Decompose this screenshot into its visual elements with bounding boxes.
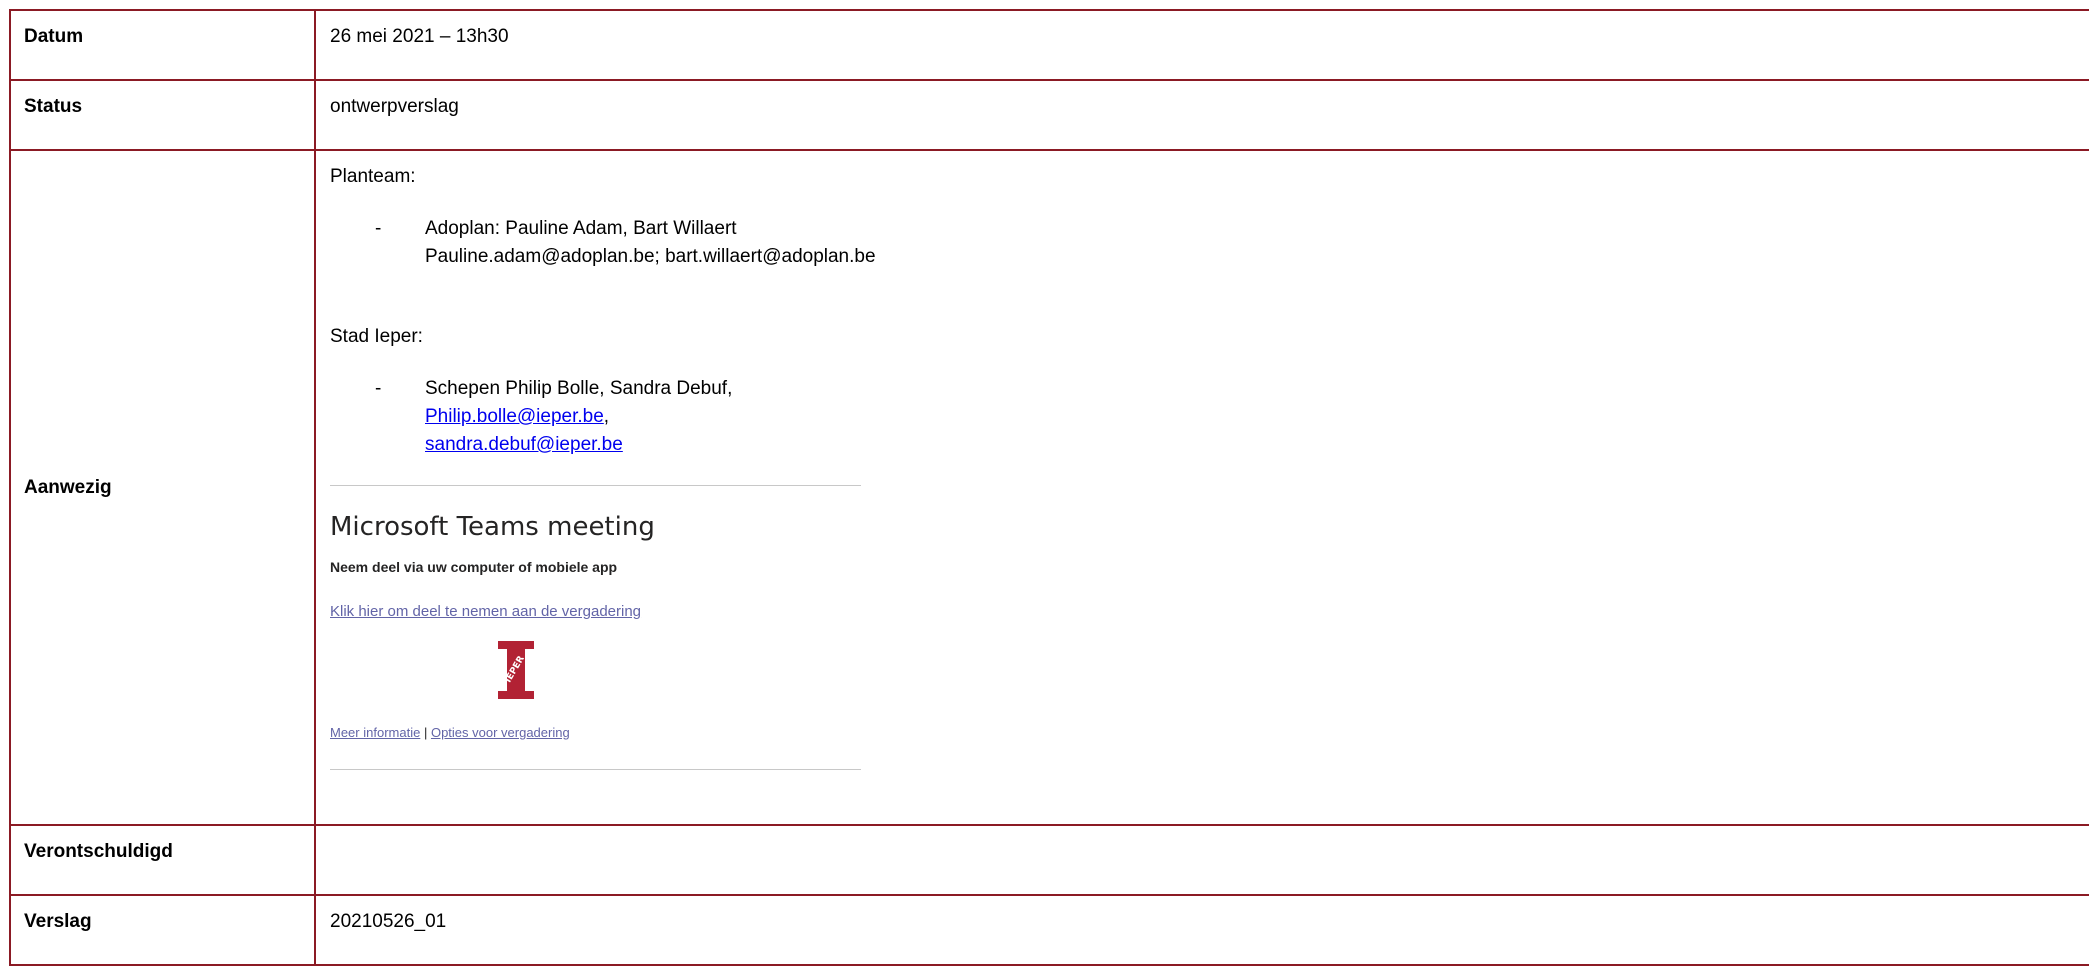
- label-status: Status: [9, 79, 316, 151]
- planteam-emails: Pauline.adam@adoplan.be; bart.willaert@a…: [425, 246, 876, 267]
- email-separator: ,: [603, 406, 610, 427]
- label-datum: Datum: [9, 9, 316, 81]
- ieper-logo: IEPER: [496, 641, 536, 699]
- meeting-options-link[interactable]: Opties voor vergadering: [431, 725, 570, 740]
- row-status: Status ontwerpverslag: [9, 79, 2089, 151]
- more-info-link[interactable]: Meer informatie: [330, 725, 420, 740]
- join-heading: Neem deel via uw computer of mobiele app: [330, 559, 618, 575]
- email-link-philip[interactable]: Philip.bolle@ieper.be: [425, 406, 604, 427]
- divider-bottom: [330, 769, 861, 770]
- planteam-bullet: - Adoplan: Pauline Adam, Bart Willaert P…: [375, 215, 2082, 271]
- label-verslag: Verslag: [9, 894, 316, 966]
- value-datum: 26 mei 2021 – 13h30: [314, 9, 2089, 81]
- join-meeting-link[interactable]: Klik hier om deel te nemen aan de vergad…: [330, 603, 2082, 621]
- footer-separator: |: [423, 725, 428, 740]
- value-verontschuldigd: [314, 824, 2089, 896]
- value-aanwezig: Planteam: - Adoplan: Pauline Adam, Bart …: [314, 149, 2089, 826]
- row-aanwezig: Aanwezig Planteam: - Adoplan: Pauline Ad…: [9, 149, 2089, 826]
- bullet-dash: -: [375, 218, 382, 239]
- planteam-names: Adoplan: Pauline Adam, Bart Willaert: [425, 218, 737, 239]
- value-verslag: 20210526_01: [314, 894, 2089, 966]
- row-verontschuldigd: Verontschuldigd: [9, 824, 2089, 896]
- stad-names: Schepen Philip Bolle, Sandra Debuf,: [425, 378, 733, 399]
- email-link-sandra[interactable]: sandra.debuf@ieper.be: [425, 434, 623, 455]
- label-verontschuldigd: Verontschuldigd: [9, 824, 316, 896]
- document-page: Datum 26 mei 2021 – 13h30 Status ontwerp…: [0, 0, 2089, 980]
- row-datum: Datum 26 mei 2021 – 13h30: [9, 9, 2089, 81]
- teams-meeting-title: Microsoft Teams meeting: [330, 512, 655, 542]
- row-verslag: Verslag 20210526_01: [9, 894, 2089, 966]
- meeting-info-table: Datum 26 mei 2021 – 13h30 Status ontwerp…: [9, 9, 2089, 966]
- planteam-heading: Planteam:: [330, 166, 416, 187]
- ieper-logo-icon: IEPER: [498, 641, 534, 699]
- value-status: ontwerpverslag: [314, 79, 2089, 151]
- stad-bullet: - Schepen Philip Bolle, Sandra Debuf, Ph…: [375, 375, 2082, 459]
- stad-heading: Stad Ieper:: [330, 326, 423, 347]
- label-aanwezig: Aanwezig: [9, 149, 316, 826]
- meeting-footer-links: Meer informatie | Opties voor vergaderin…: [330, 725, 2082, 741]
- bullet-dash: -: [375, 378, 382, 399]
